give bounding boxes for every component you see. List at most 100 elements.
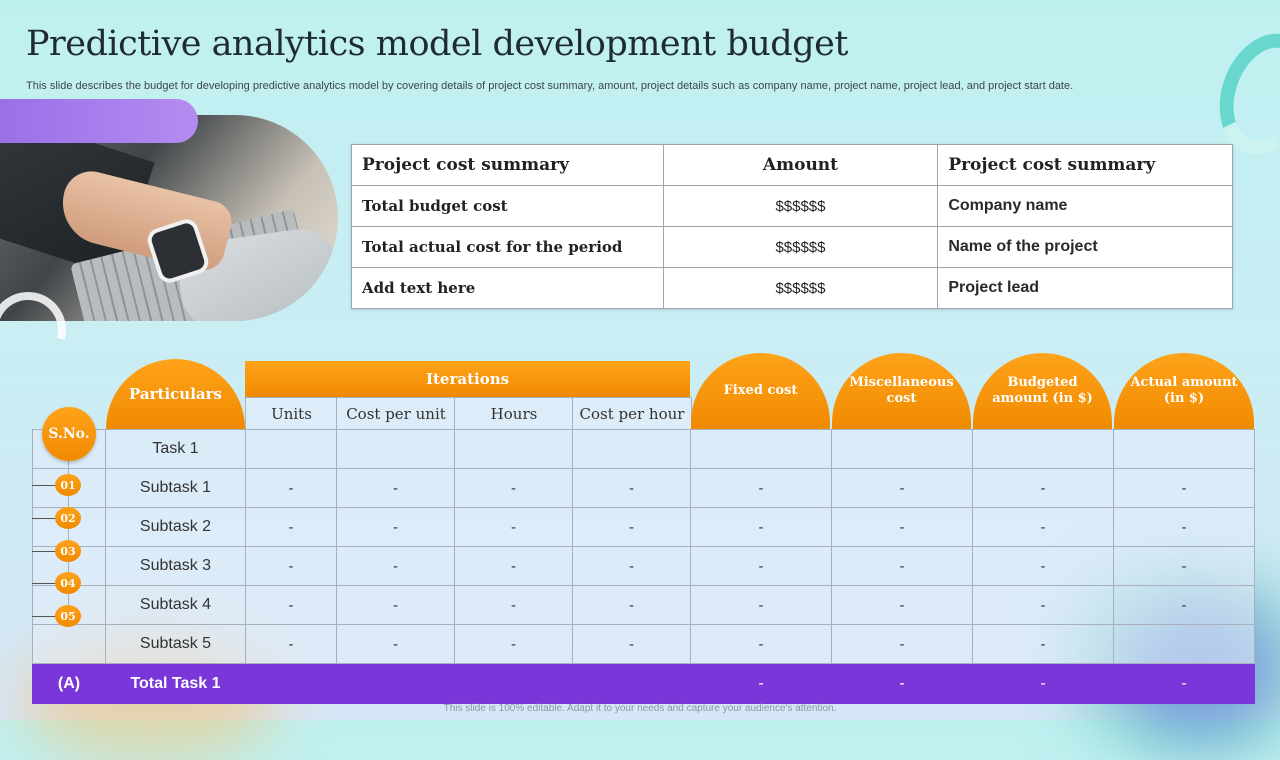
table-cell: - xyxy=(245,624,337,664)
subtask-name: Subtask 1 xyxy=(105,468,246,508)
table-cell: - xyxy=(336,468,455,508)
sno-cell xyxy=(32,624,106,664)
total-cell: - xyxy=(972,663,1114,704)
actual-amount-header: Actual amount (in $) xyxy=(1114,353,1254,429)
table-cell: - xyxy=(972,624,1114,664)
total-row: (A) Total Task 1 - - - - xyxy=(32,663,1255,704)
total-sno: (A) xyxy=(32,663,106,704)
table-cell: - xyxy=(831,546,973,586)
table-cell: - xyxy=(831,507,973,547)
table-cell: - xyxy=(831,585,973,625)
table-cell xyxy=(972,429,1114,469)
table-cell xyxy=(245,429,337,469)
subtask-row: Subtask 1 - - - - - - - - xyxy=(32,468,1255,508)
summary-header-cell: Project cost summary xyxy=(937,144,1233,186)
task-name: Task 1 xyxy=(105,429,246,469)
units-column-header: Units xyxy=(245,397,337,430)
summary-detail: Name of the project xyxy=(937,226,1233,268)
summary-amount: $$$$$$ xyxy=(662,267,939,309)
table-cell xyxy=(690,429,832,469)
sno-tick-line xyxy=(32,616,56,617)
table-cell: - xyxy=(972,507,1114,547)
summary-amount: $$$$$$ xyxy=(662,226,939,268)
table-cell: - xyxy=(245,468,337,508)
sno-tick-line xyxy=(32,551,56,552)
table-cell: - xyxy=(245,546,337,586)
total-cell: - xyxy=(1113,663,1255,704)
table-cell: - xyxy=(1113,507,1255,547)
table-cell: - xyxy=(690,546,832,586)
summary-detail: Project lead xyxy=(937,267,1233,309)
hours-column-header: Hours xyxy=(454,397,573,430)
row-number-badge: 01 xyxy=(55,474,81,496)
summary-row: Add text here $$$$$$ Project lead xyxy=(351,267,1233,309)
summary-row: Total actual cost for the period $$$$$$ … xyxy=(351,226,1233,268)
iterations-header: Iterations xyxy=(245,361,690,397)
table-cell: - xyxy=(245,585,337,625)
total-name: Total Task 1 xyxy=(105,663,246,704)
cost-per-hour-column-header: Cost per hour xyxy=(572,397,692,430)
page-subtitle: This slide describes the budget for deve… xyxy=(26,80,1074,92)
table-cell: - xyxy=(972,468,1114,508)
summary-row: Total budget cost $$$$$$ Company name xyxy=(351,185,1233,227)
page-title: Predictive analytics model development b… xyxy=(26,24,848,64)
table-cell xyxy=(1113,429,1255,469)
table-cell: - xyxy=(454,468,573,508)
subtask-row: Subtask 3 - - - - - - - - xyxy=(32,546,1255,586)
table-cell: - xyxy=(1113,546,1255,586)
table-cell: - xyxy=(572,507,691,547)
table-cell: - xyxy=(1113,468,1255,508)
row-number-badge: 04 xyxy=(55,572,81,594)
table-cell: - xyxy=(1113,585,1255,625)
table-cell: - xyxy=(831,468,973,508)
table-cell xyxy=(572,429,691,469)
table-cell: - xyxy=(454,624,573,664)
sno-tick-line xyxy=(32,518,56,519)
summary-header-cell: Project cost summary xyxy=(351,144,664,186)
summary-label: Total budget cost xyxy=(351,185,664,227)
subtask-name: Subtask 4 xyxy=(105,585,246,625)
summary-label: Total actual cost for the period xyxy=(351,226,664,268)
table-cell: - xyxy=(454,585,573,625)
subtask-name: Subtask 2 xyxy=(105,507,246,547)
total-cell xyxy=(245,663,337,704)
fixed-cost-header: Fixed cost xyxy=(691,353,830,429)
total-cell xyxy=(454,663,573,704)
table-cell: - xyxy=(690,507,832,547)
subtask-name: Subtask 5 xyxy=(105,624,246,664)
table-cell xyxy=(454,429,573,469)
sno-tick-line xyxy=(32,583,56,584)
table-cell: - xyxy=(454,507,573,547)
purple-accent-bar xyxy=(0,99,198,143)
table-cell: - xyxy=(690,585,832,625)
summary-label: Add text here xyxy=(351,267,664,309)
table-cell: - xyxy=(245,507,337,547)
sno-tick-line xyxy=(32,485,56,486)
table-cell: - xyxy=(690,624,832,664)
budgeted-amount-header: Budgeted amount (in $) xyxy=(973,353,1112,429)
cost-per-unit-column-header: Cost per unit xyxy=(336,397,455,430)
summary-amount: $$$$$$ xyxy=(662,185,939,227)
total-cell: - xyxy=(690,663,832,704)
table-cell: - xyxy=(972,585,1114,625)
row-number-badge: 03 xyxy=(55,540,81,562)
total-cell: - xyxy=(831,663,973,704)
table-cell: - xyxy=(572,624,691,664)
budget-table: Task 1 Subtask 1 - - - - - - - - Subtask… xyxy=(32,429,1255,704)
row-number-badge: 02 xyxy=(55,507,81,529)
table-cell xyxy=(336,429,455,469)
sno-header: S.No. xyxy=(42,407,96,461)
task-row: Task 1 xyxy=(32,429,1255,469)
summary-detail: Company name xyxy=(937,185,1233,227)
project-cost-summary-table: Project cost summary Amount Project cost… xyxy=(351,144,1233,309)
subtask-row: Subtask 5 - - - - - - - xyxy=(32,624,1255,664)
table-cell: - xyxy=(336,624,455,664)
table-cell xyxy=(1113,624,1255,664)
subtask-name: Subtask 3 xyxy=(105,546,246,586)
total-cell xyxy=(336,663,455,704)
table-cell xyxy=(831,429,973,469)
summary-header-cell: Amount xyxy=(662,144,939,186)
table-cell: - xyxy=(572,585,691,625)
row-number-badge: 05 xyxy=(55,605,81,627)
subtask-row: Subtask 4 - - - - - - - - xyxy=(32,585,1255,625)
